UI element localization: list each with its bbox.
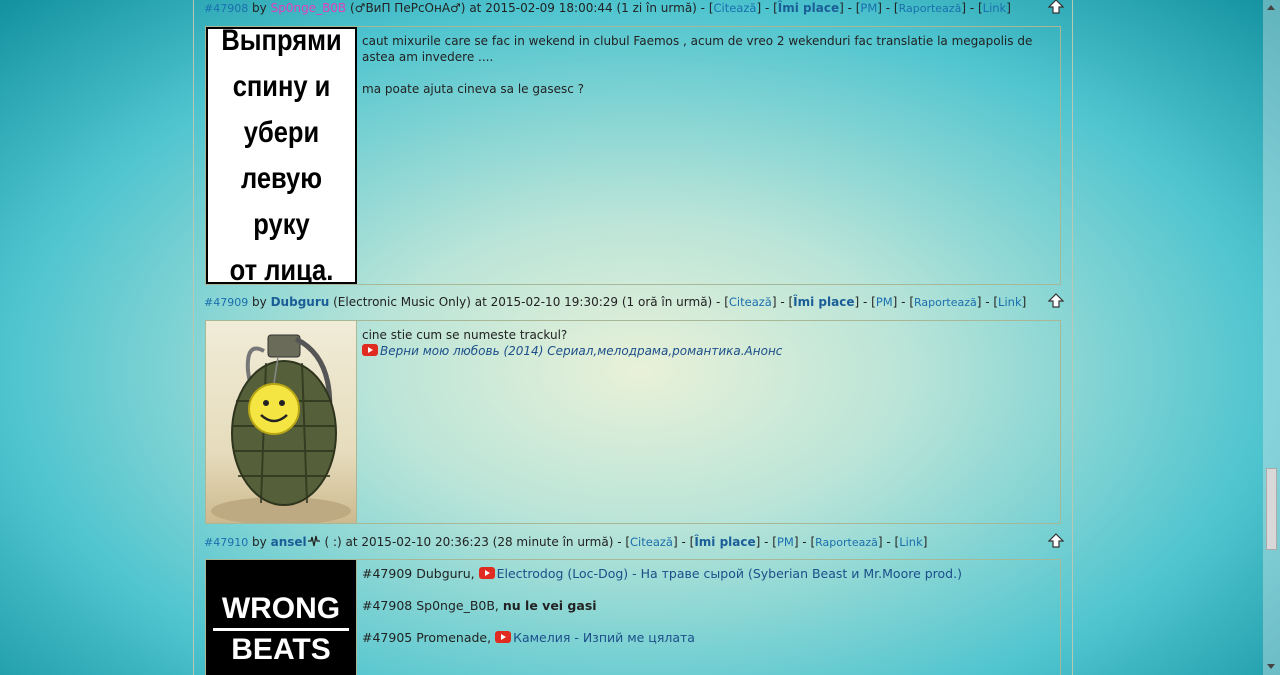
- post-text: cine stie cum se numeste trackul?: [362, 328, 568, 342]
- scroll-up-arrow-icon[interactable]: [1267, 5, 1275, 10]
- post-content: cine stie cum se numeste trackul? Верни …: [362, 327, 1054, 359]
- by-label: by: [252, 295, 267, 309]
- video-link[interactable]: Верни мою любовь (2014) Сериал,мелодрама…: [380, 344, 782, 358]
- pm-link[interactable]: PM: [860, 1, 877, 15]
- like-link[interactable]: Îmi place: [793, 295, 854, 309]
- permalink[interactable]: Link: [998, 295, 1022, 309]
- scroll-top-icon[interactable]: [1048, 533, 1064, 549]
- pm-link[interactable]: PM: [876, 295, 893, 309]
- post-date: at 2015-02-10 20:36:23 (28 minute în urm…: [345, 535, 626, 549]
- user-status: (Electronic Music Only): [333, 295, 471, 309]
- avatar-text-line: BEATS: [231, 632, 331, 666]
- like-link[interactable]: Îmi place: [778, 1, 839, 15]
- reply-row: #47908 Sp0nge_B0B, nu le vei gasi: [362, 598, 1054, 614]
- forum-thread: #47908 by Sp0nge_B0B (♂ВиП ПеРсОнА♂) at …: [193, 0, 1073, 675]
- avatar-divider: [213, 627, 349, 631]
- post-body: Выпрями спину и убери левую руку от лица…: [205, 26, 1061, 285]
- scrollbar-thumb[interactable]: [1266, 468, 1277, 550]
- report-link[interactable]: Raportează: [815, 536, 878, 549]
- post-header: #47909 by Dubguru (Electronic Music Only…: [204, 293, 1064, 313]
- user-avatar: Выпрями спину и убери левую руку от лица…: [206, 27, 357, 284]
- grenade-icon: [211, 334, 351, 523]
- post-header: #47908 by Sp0nge_B0B (♂ВиП ПеРсОнА♂) at …: [204, 0, 1064, 19]
- scroll-down-arrow-icon[interactable]: [1267, 664, 1275, 669]
- post-content: #47909 Dubguru, Electrodog (Loc-Dog) - Н…: [362, 566, 1054, 662]
- vertical-scrollbar[interactable]: [1263, 0, 1280, 675]
- post-number-link[interactable]: #47909: [204, 296, 248, 309]
- avatar-text-line: левую руку: [240, 161, 323, 241]
- post-body: cine stie cum se numeste trackul? Верни …: [205, 320, 1061, 524]
- user-avatar: [206, 321, 357, 523]
- by-label: by: [252, 535, 267, 549]
- post-body: WRONG BEATS #47909 Dubguru, Electrodog (…: [205, 559, 1061, 675]
- reply-prefix[interactable]: #47905 Promenade,: [362, 630, 491, 645]
- pm-link[interactable]: PM: [777, 535, 794, 549]
- video-link[interactable]: Камелия - Изпий ме цялата: [513, 630, 695, 645]
- post-header: #47910 by ansel ( :) at 2015-02-10 20:36…: [204, 533, 1064, 553]
- youtube-icon: [478, 567, 495, 579]
- user-status: ( :): [324, 535, 342, 549]
- video-link-row[interactable]: Верни мою любовь (2014) Сериал,мелодрама…: [362, 343, 1054, 359]
- post-content: caut mixurile care se fac in wekend in c…: [362, 33, 1054, 113]
- waveform-icon: [307, 535, 320, 547]
- post-text: ma poate ajuta cineva sa le gasesc ?: [362, 82, 585, 96]
- scroll-top-icon[interactable]: [1048, 293, 1064, 309]
- username-link[interactable]: Sp0nge_B0B: [271, 1, 347, 15]
- scroll-top-icon[interactable]: [1048, 0, 1064, 15]
- avatar-text-line: от лица.: [229, 253, 334, 284]
- username-link[interactable]: Dubguru: [271, 295, 330, 309]
- video-link[interactable]: Electrodog (Loc-Dog) - На траве сырой (S…: [497, 566, 962, 581]
- user-status: (♂ВиП ПеРсОнА♂): [350, 1, 466, 15]
- post-number-link[interactable]: #47908: [204, 2, 248, 15]
- reply-row: #47905 Promenade, Камелия - Изпий ме цял…: [362, 630, 1054, 646]
- quote-link[interactable]: Citează: [630, 535, 673, 549]
- by-label: by: [252, 1, 267, 15]
- post-date: at 2015-02-10 19:30:29 (1 oră în urmă) -: [474, 295, 725, 309]
- quote-link[interactable]: Citează: [729, 295, 772, 309]
- username-link[interactable]: ansel: [271, 535, 307, 549]
- report-link[interactable]: Raportează: [914, 296, 977, 309]
- post-date: at 2015-02-09 18:00:44 (1 zi în urmă) -: [469, 1, 709, 15]
- avatar-text-line: Выпрями: [221, 27, 342, 57]
- youtube-icon: [495, 631, 512, 643]
- report-link[interactable]: Raportează: [899, 2, 962, 15]
- reply-prefix[interactable]: #47909 Dubguru,: [362, 566, 475, 581]
- avatar-text-line: убери: [243, 115, 320, 149]
- youtube-icon: [362, 344, 378, 356]
- avatar-text-line: WRONG: [221, 591, 341, 625]
- like-link[interactable]: Îmi place: [694, 535, 755, 549]
- reply-text: nu le vei gasi: [502, 598, 597, 613]
- reply-row: #47909 Dubguru, Electrodog (Loc-Dog) - Н…: [362, 566, 1054, 582]
- reply-prefix[interactable]: #47908 Sp0nge_B0B,: [362, 598, 499, 613]
- user-avatar: WRONG BEATS: [206, 560, 357, 675]
- permalink[interactable]: Link: [899, 535, 923, 549]
- avatar-text-line: спину и: [232, 69, 331, 103]
- quote-link[interactable]: Citează: [714, 1, 757, 15]
- post-number-link[interactable]: #47910: [204, 536, 248, 549]
- permalink[interactable]: Link: [983, 1, 1007, 15]
- post-text: caut mixurile care se fac in wekend in c…: [362, 34, 1033, 64]
